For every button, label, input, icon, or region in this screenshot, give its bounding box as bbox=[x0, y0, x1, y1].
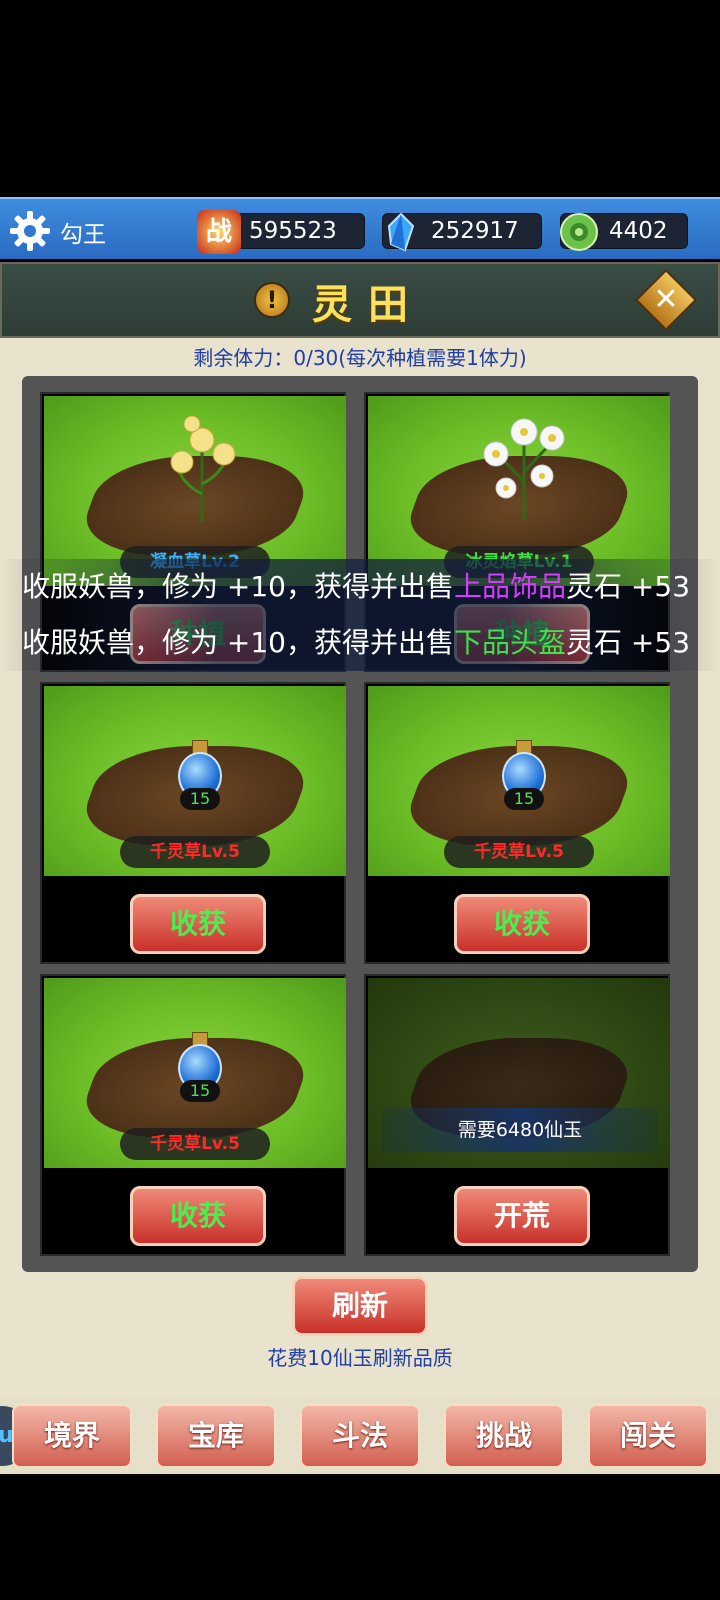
white-daisy-icon bbox=[483, 418, 565, 520]
username: 勾王 bbox=[60, 222, 106, 248]
reward-message: 收服妖兽，修为 +10，获得并出售上品饰品灵石 +53 bbox=[0, 559, 720, 615]
field-plot-3: 15 千灵草Lv.5 收获 bbox=[40, 682, 346, 964]
jade-value: 4402 bbox=[609, 218, 668, 244]
bottom-nav: up 境界 宝库 斗法 挑战 闯关 bbox=[0, 1398, 720, 1474]
harvest-button[interactable]: 收获 bbox=[130, 894, 266, 954]
growth-counter: 15 bbox=[504, 788, 544, 810]
unlock-cost-banner: 需要6480仙玉 bbox=[382, 1108, 658, 1152]
field-plot-image: 冰灵焰草Lv.1 bbox=[368, 396, 670, 586]
field-plot-4: 15 千灵草Lv.5 收获 bbox=[364, 682, 670, 964]
close-button[interactable]: ✕ bbox=[634, 268, 698, 332]
blue-crystal-icon bbox=[387, 212, 415, 252]
field-plot-image: 凝血草Lv.2 bbox=[44, 396, 346, 586]
item-name: 上品饰品 bbox=[454, 570, 567, 603]
plant-label: 千灵草Lv.5 bbox=[120, 1128, 270, 1160]
close-icon: ✕ bbox=[653, 282, 679, 317]
nav-duel[interactable]: 斗法 bbox=[300, 1404, 420, 1468]
refresh-cost-note: 花费10仙玉刷新品质 bbox=[267, 1346, 453, 1370]
plant-label: 千灵草Lv.5 bbox=[444, 836, 594, 868]
refresh-button[interactable]: 刷新 bbox=[292, 1276, 428, 1336]
field-plot-image: 15 千灵草Lv.5 bbox=[368, 686, 670, 876]
harvest-button[interactable]: 收获 bbox=[130, 1186, 266, 1246]
item-name: 下品头盔 bbox=[454, 626, 567, 659]
panel-title: 灵田 bbox=[312, 282, 424, 328]
spirit-field-panel: ! 灵田 ✕ 剩余体力：0/30(每次种植需要1体力) 凝血草Lv.2 bbox=[0, 262, 720, 1472]
field-plot-image: 需要6480仙玉 bbox=[368, 978, 670, 1168]
combat-power-icon: 战 bbox=[197, 210, 241, 254]
panel-header: ! 灵田 ✕ bbox=[0, 262, 720, 338]
reclaim-button[interactable]: 开荒 bbox=[454, 1186, 590, 1246]
nav-treasury[interactable]: 宝库 bbox=[156, 1404, 276, 1468]
field-plot-6-locked: 需要6480仙玉 开荒 bbox=[364, 974, 670, 1256]
harvest-button[interactable]: 收获 bbox=[454, 894, 590, 954]
crystal-display: 252917 bbox=[382, 212, 542, 252]
combat-power-display: 战 595523 bbox=[197, 210, 365, 254]
plant-label: 千灵草Lv.5 bbox=[120, 836, 270, 868]
growth-counter: 15 bbox=[180, 1080, 220, 1102]
nav-stages[interactable]: 闯关 bbox=[588, 1404, 708, 1468]
jade-coin-icon bbox=[560, 213, 598, 251]
growth-counter: 15 bbox=[180, 788, 220, 810]
field-plot-5: 15 千灵草Lv.5 收获 bbox=[40, 974, 346, 1256]
info-icon[interactable]: ! bbox=[254, 282, 290, 318]
settings-gear-icon[interactable] bbox=[8, 209, 52, 253]
yellow-lily-icon bbox=[170, 415, 236, 522]
top-status-bar: 勾王 战 595523 252917 4402 bbox=[0, 197, 720, 259]
stamina-text: 剩余体力：0/30(每次种植需要1体力) bbox=[193, 346, 527, 370]
crystal-value: 252917 bbox=[431, 218, 519, 244]
reward-message: 收服妖兽，修为 +10，获得并出售下品头盔灵石 +53 bbox=[0, 615, 720, 671]
combat-power-value: 595523 bbox=[249, 218, 337, 244]
field-plot-image: 15 千灵草Lv.5 bbox=[44, 978, 346, 1168]
jade-display: 4402 bbox=[560, 213, 688, 251]
nav-challenge[interactable]: 挑战 bbox=[444, 1404, 564, 1468]
field-grid: 凝血草Lv.2 种植 冰灵焰草Lv.1 种植 bbox=[22, 376, 698, 1272]
field-plot-image: 15 千灵草Lv.5 bbox=[44, 686, 346, 876]
nav-realm[interactable]: 境界 bbox=[12, 1404, 132, 1468]
